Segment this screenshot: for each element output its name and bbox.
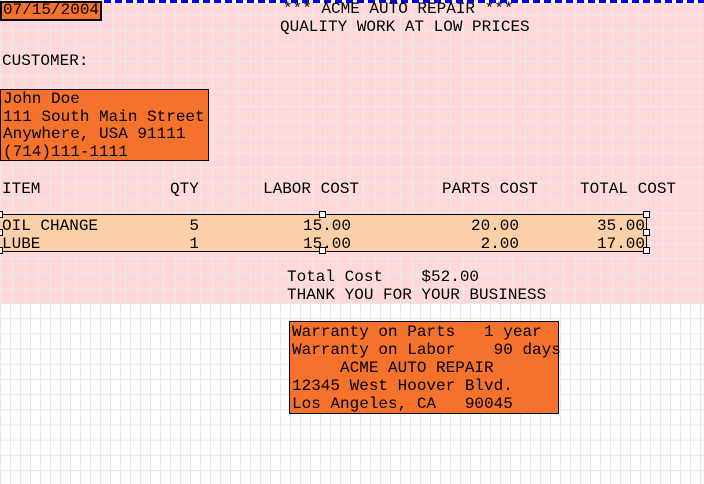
customer-name: John Doe [3,90,80,108]
column-header-item[interactable]: ITEM [2,181,40,197]
shop-city-line: Los Angeles, CA 90045 [292,395,513,413]
row1-parts[interactable]: 20.00 [439,218,519,234]
selection-handle-right-bottom[interactable] [643,247,650,254]
row2-parts[interactable]: 2.00 [439,236,519,252]
selection-handle-top-middle[interactable] [319,211,326,218]
row2-total[interactable]: 17.00 [566,236,645,252]
selection-handle-left-middle[interactable] [0,229,3,236]
row2-qty[interactable]: 1 [119,236,199,252]
column-header-parts-cost[interactable]: PARTS COST [442,181,538,197]
warranty-labor-line: Warranty on Labor 90 days [292,341,561,359]
date-field[interactable]: 07/15/2004 [0,1,102,21]
column-header-total-cost[interactable]: TOTAL COST [580,181,676,197]
column-header-qty[interactable]: QTY [170,181,199,197]
shop-name-line: ACME AUTO REPAIR [292,359,494,377]
customer-phone: (714)111-1111 [3,142,128,161]
thank-you-line[interactable]: THANK YOU FOR YOUR BUSINESS [287,287,546,303]
row1-qty[interactable]: 5 [119,218,199,234]
title-line-1[interactable]: *** ACME AUTO REPAIR *** [283,1,513,17]
total-cost-line[interactable]: Total Cost $52.00 [287,269,479,285]
selection-handle-bottom-middle[interactable] [319,247,326,254]
warranty-parts-line: Warranty on Parts 1 year [292,323,542,341]
customer-city: Anywhere, USA 91111 [3,125,186,143]
selection-handle-right-top[interactable] [643,211,650,218]
customer-street: 111 South Main Street [3,107,205,126]
selection-handle-left-top[interactable] [0,211,3,218]
customer-address-field[interactable]: John Doe 111 South Main Street Anywhere,… [0,89,209,161]
report-designer-canvas: 07/15/2004 *** ACME AUTO REPAIR *** QUAL… [0,0,704,484]
row2-item[interactable]: LUBE [2,236,40,252]
row2-labor[interactable]: 15.00 [271,236,351,252]
row1-labor[interactable]: 15.00 [271,218,351,234]
title-line-2[interactable]: QUALITY WORK AT LOW PRICES [280,19,530,35]
customer-label[interactable]: CUSTOMER: [2,53,88,69]
selection-handle-left-bottom[interactable] [0,247,3,254]
shop-street-line: 12345 West Hoover Blvd. [292,377,513,395]
column-header-labor-cost[interactable]: LABOR COST [263,181,359,197]
row1-item[interactable]: OIL CHANGE [2,218,98,234]
selection-handle-right-middle[interactable] [643,229,650,236]
warranty-field[interactable]: Warranty on Parts 1 year Warranty on Lab… [289,321,561,414]
row1-total[interactable]: 35.00 [566,218,645,234]
